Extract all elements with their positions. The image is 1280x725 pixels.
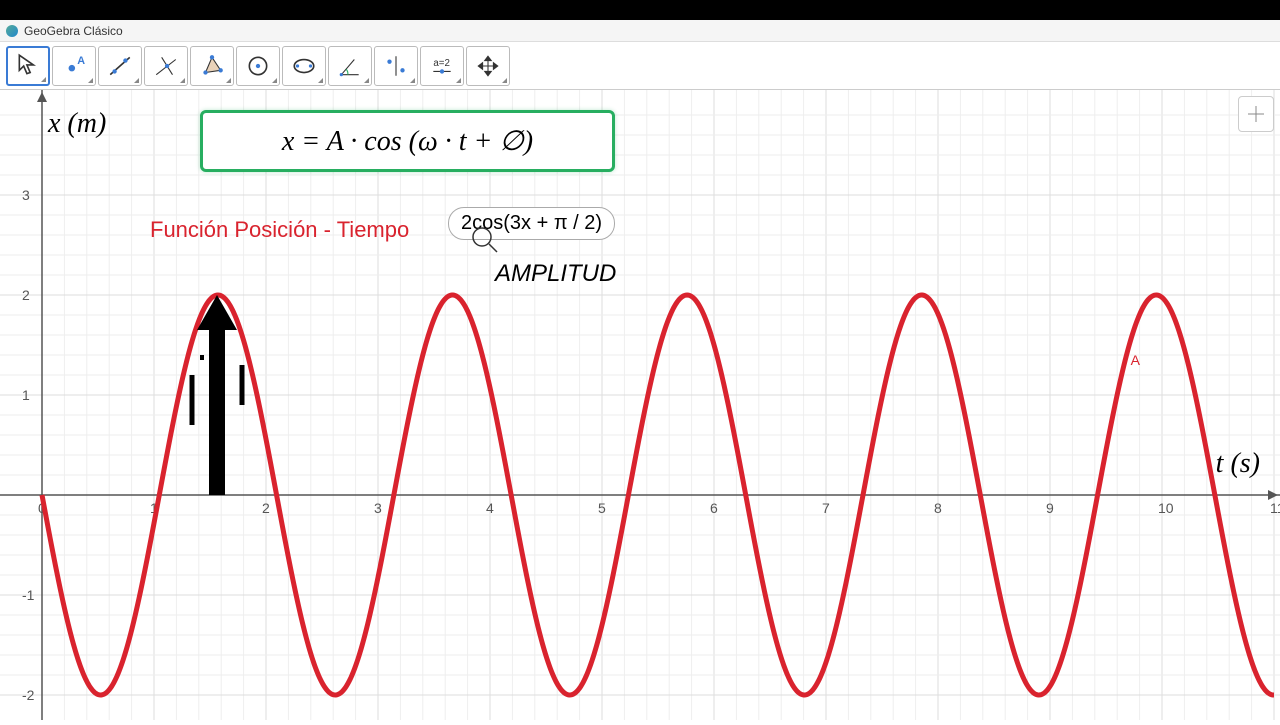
letterbox-top [0,0,1280,20]
graphics-view[interactable]: 01234567891011-2-1123 x (m) t (s) x = A … [0,90,1280,720]
grid-icon [1246,104,1266,124]
function-label: Función Posición - Tiempo [150,217,409,243]
title-bar: GeoGebra Clásico [0,20,1280,42]
magnifier-cursor-icon [470,225,502,262]
tool-move[interactable] [6,46,50,86]
svg-text:3: 3 [22,187,30,203]
point-label-a: A [1131,352,1140,368]
view-options-button[interactable] [1238,96,1274,132]
y-axis-label: x (m) [48,108,106,140]
tool-perpendicular[interactable] [144,46,188,86]
app-icon [6,25,18,37]
svg-text:2: 2 [22,287,30,303]
svg-text:9: 9 [1046,500,1054,516]
x-axis-label: t (s) [1216,448,1260,480]
svg-text:-1: -1 [22,587,35,603]
svg-text:7: 7 [822,500,830,516]
svg-text:A: A [77,54,85,66]
svg-text:a=2: a=2 [433,58,450,69]
tool-ellipse[interactable] [282,46,326,86]
tool-reflection[interactable] [374,46,418,86]
tool-polygon[interactable] [190,46,234,86]
amplitude-label: AMPLITUD [495,260,616,288]
formula-box: x = A · cos (ω · t + ∅) [200,110,615,172]
svg-text:10: 10 [1158,500,1174,516]
app-title: GeoGebra Clásico [24,24,123,38]
amplitude-arrow [187,295,247,505]
tool-angle[interactable] [328,46,372,86]
svg-text:2: 2 [262,500,270,516]
formula-text: x = A · cos (ω · t + ∅) [282,124,533,158]
tool-point[interactable]: A [52,46,96,86]
svg-text:4: 4 [486,500,494,516]
svg-text:8: 8 [934,500,942,516]
svg-text:-2: -2 [22,687,35,703]
svg-text:5: 5 [598,500,606,516]
svg-text:6: 6 [710,500,718,516]
tool-slider[interactable]: a=2 [420,46,464,86]
toolbar: A a=2 [0,42,1280,90]
tool-line[interactable] [98,46,142,86]
svg-text:3: 3 [374,500,382,516]
svg-text:11: 11 [1270,500,1280,516]
tool-circle[interactable] [236,46,280,86]
tool-move-view[interactable] [466,46,510,86]
svg-text:1: 1 [22,387,30,403]
